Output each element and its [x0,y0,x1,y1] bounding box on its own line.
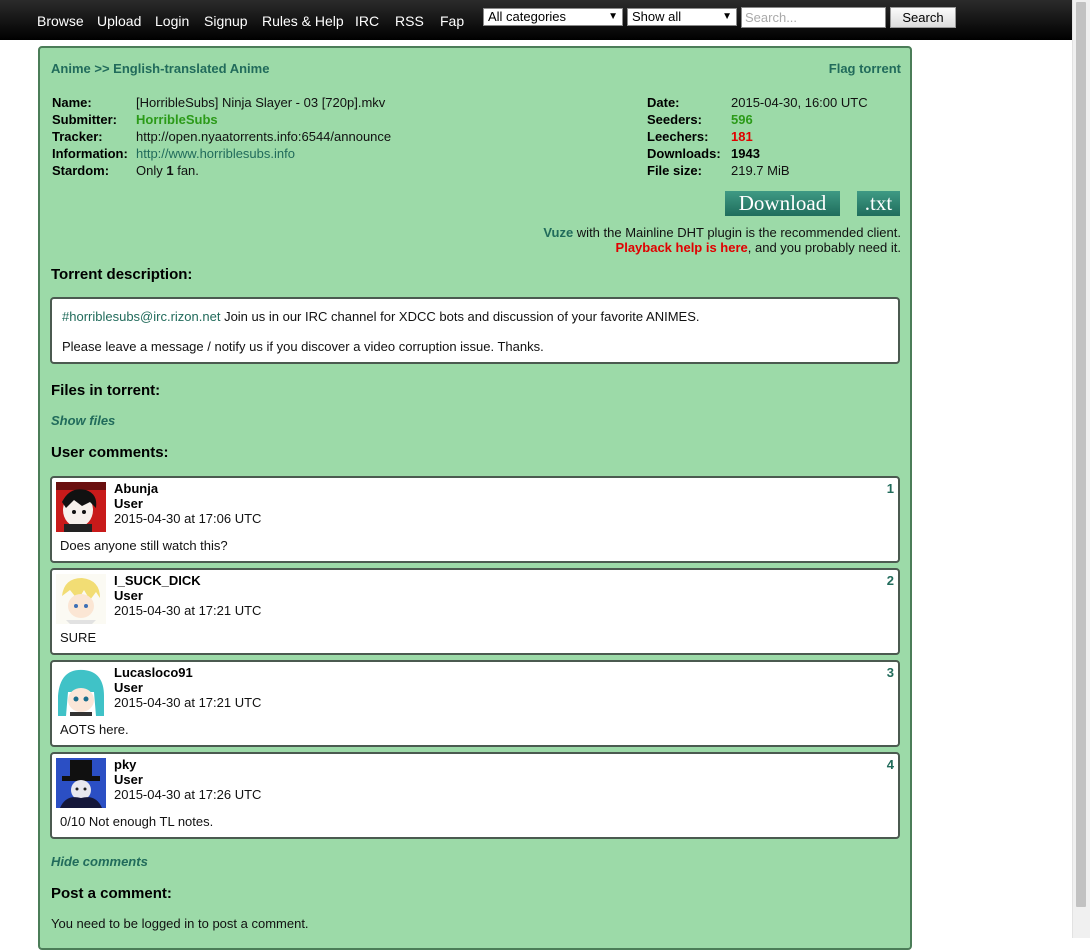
hide-comments-link[interactable]: Hide comments [51,854,148,869]
comment-text: Does anyone still watch this? [60,538,228,553]
comment-number-link[interactable]: 2 [887,573,894,588]
comment-number-link[interactable]: 4 [887,757,894,772]
nav-rss-link[interactable]: RSS [395,13,424,29]
date-label: Date: [647,95,680,110]
stardom-suffix: fan. [177,163,199,178]
comment-username[interactable]: I_SUCK_DICK [114,573,201,588]
nav-fap-link[interactable]: Fap [440,13,464,29]
dropdown-arrow-icon: ▼ [722,11,732,22]
comment-username[interactable]: Lucasloco91 [114,665,193,680]
comment-user-role: User [114,772,143,787]
description-line-2: Please leave a message / notify us if yo… [62,339,544,354]
top-navigation-bar: Browse Upload Login Signup Rules & Help … [0,0,1073,40]
vuze-link[interactable]: Vuze [543,225,573,240]
comment-number-link[interactable]: 3 [887,665,894,680]
comment-item: Lucasloco91 User 2015-04-30 at 17:21 UTC… [50,660,900,747]
scrollbar-thumb[interactable] [1076,2,1086,907]
comment-number-link[interactable]: 1 [887,481,894,496]
breadcrumb: Anime >> English-translated Anime [51,61,269,76]
breadcrumb-subcategory-link[interactable]: English-translated Anime [113,61,269,76]
user-avatar [56,666,106,716]
comment-user-role: User [114,496,143,511]
nav-rules-help-link[interactable]: Rules & Help [262,13,344,29]
client-recommendation: Vuze with the Mainline DHT plugin is the… [543,225,901,240]
stardom-value: Only 1 fan. [136,163,199,178]
comment-item: I_SUCK_DICK User 2015-04-30 at 17:21 UTC… [50,568,900,655]
comment-item: Abunja User 2015-04-30 at 17:06 UTC 1 Do… [50,476,900,563]
nav-signup-link[interactable]: Signup [204,13,248,29]
comment-user-role: User [114,588,143,603]
search-button[interactable]: Search [890,7,956,28]
downloads-label: Downloads: [647,146,721,161]
playback-help-link[interactable]: Playback help is here [616,240,748,255]
download-button[interactable]: Download [725,191,840,216]
description-text-1: Join us in our IRC channel for XDCC bots… [224,309,700,324]
submitter-link[interactable]: HorribleSubs [136,112,218,127]
leechers-label: Leechers: [647,129,709,144]
category-select[interactable]: All categories ▼ [483,8,623,26]
information-link[interactable]: http://www.horriblesubs.info [136,146,295,161]
comment-date: 2015-04-30 at 17:26 UTC [114,787,262,802]
comment-text: 0/10 Not enough TL notes. [60,814,214,829]
tracker-label: Tracker: [52,129,103,144]
irc-channel-link[interactable]: #horriblesubs@irc.rizon.net [62,309,220,324]
filter-select-value: Show all [632,9,682,24]
information-label: Information: [52,146,128,161]
nav-irc-link[interactable]: IRC [355,13,379,29]
nav-login-link[interactable]: Login [155,13,189,29]
comment-text: SURE [60,630,97,645]
name-label: Name: [52,95,92,110]
breadcrumb-separator: >> [94,61,110,76]
breadcrumb-category-link[interactable]: Anime [51,61,91,76]
comment-date: 2015-04-30 at 17:21 UTC [114,603,262,618]
dropdown-arrow-icon: ▼ [608,11,618,22]
nav-upload-link[interactable]: Upload [97,13,141,29]
torrent-name: [HorribleSubs] Ninja Slayer - 03 [720p].… [136,95,386,110]
comment-date: 2015-04-30 at 17:21 UTC [114,695,262,710]
filesize-label: File size: [647,163,702,178]
leechers-value: 181 [731,129,753,144]
client-recommendation-text: with the Mainline DHT plugin is the reco… [576,225,901,240]
comment-username[interactable]: pky [114,757,136,772]
search-input[interactable] [741,7,886,28]
seeders-label: Seeders: [647,112,702,127]
comment-item: pky User 2015-04-30 at 17:26 UTC 4 0/10 … [50,752,900,839]
comment-text: AOTS here. [60,722,129,737]
page-scrollbar[interactable] [1072,0,1090,938]
filter-select[interactable]: Show all ▼ [627,8,737,26]
user-avatar [56,482,106,532]
nav-browse-link[interactable]: Browse [37,13,84,29]
playback-help: Playback help is here, and you probably … [616,240,901,255]
comment-date: 2015-04-30 at 17:06 UTC [114,511,262,526]
login-required-notice: You need to be logged in to post a comme… [51,916,309,931]
description-heading: Torrent description: [51,266,193,283]
show-files-link[interactable]: Show files [51,413,115,428]
filesize-value: 219.7 MiB [731,163,790,178]
downloads-value: 1943 [731,146,760,161]
post-comment-heading: Post a comment: [51,885,172,902]
seeders-value: 596 [731,112,753,127]
flag-torrent-link[interactable]: Flag torrent [829,61,901,76]
tracker-url: http://open.nyaatorrents.info:6544/annou… [136,129,392,144]
user-avatar [56,574,106,624]
description-box: #horriblesubs@irc.rizon.net Join us in o… [50,297,900,364]
description-line-1: #horriblesubs@irc.rizon.net Join us in o… [62,309,700,324]
date-value: 2015-04-30, 16:00 UTC [731,95,868,110]
comment-username[interactable]: Abunja [114,481,158,496]
user-avatar [56,758,106,808]
files-heading: Files in torrent: [51,382,161,399]
comment-user-role: User [114,680,143,695]
submitter-label: Submitter: [52,112,117,127]
stardom-count: 1 [166,163,174,178]
torrent-panel: Anime >> English-translated Anime Flag t… [38,46,912,950]
txt-download-button[interactable]: .txt [857,191,900,216]
category-select-value: All categories [488,9,567,24]
comments-heading: User comments: [51,444,169,461]
stardom-label: Stardom: [52,163,110,178]
playback-help-text: , and you probably need it. [747,240,901,255]
stardom-prefix: Only [136,163,163,178]
